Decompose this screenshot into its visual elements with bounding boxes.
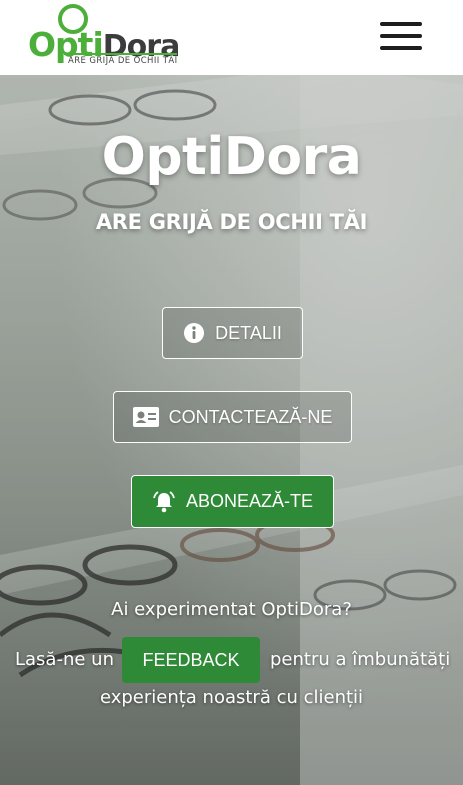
feedback-question: Ai experimentat OptiDora? <box>111 599 352 620</box>
feedback-ending: experiența noastră cu clienții <box>99 687 364 708</box>
feedback-line: Lasă-ne un FEEDBACK pentru a îmbunătăți <box>0 637 463 683</box>
subscribe-button-label: ABONEAZĂ-TE <box>185 491 314 511</box>
hamburger-menu-icon[interactable] <box>380 22 422 50</box>
subscribe-button[interactable]: ABONEAZĂ-TE <box>131 475 334 528</box>
details-button[interactable]: DETALII <box>162 307 303 359</box>
hero-title: OptiDora <box>101 127 362 187</box>
hero-section: OptiDora ARE GRIJĂ DE OCHII TĂI DETALII … <box>0 75 463 785</box>
site-header: OptiDora ARE GRIJĂ DE OCHII TĂI <box>0 0 463 75</box>
contact-card-icon <box>132 407 159 427</box>
logo-tagline: ARE GRIJĂ DE OCHII TĂI <box>63 53 178 66</box>
feedback-button[interactable]: FEEDBACK <box>122 637 260 683</box>
menu-bar <box>380 46 422 50</box>
optidora-logo[interactable]: OptiDora ARE GRIJĂ DE OCHII TĂI <box>24 4 184 68</box>
contact-button[interactable]: CONTACTEAZĂ-NE <box>113 391 352 443</box>
menu-bar <box>380 22 422 26</box>
contact-button-label: CONTACTEAZĂ-NE <box>168 406 333 427</box>
feedback-prefix: Lasă-ne un <box>15 649 114 670</box>
bell-icon <box>152 490 176 514</box>
hero-subtitle: ARE GRIJĂ DE OCHII TĂI <box>95 210 368 234</box>
menu-bar <box>380 34 422 38</box>
info-icon <box>183 322 205 344</box>
details-button-label: DETALII <box>215 322 282 343</box>
feedback-suffix: pentru a îmbunătăți <box>270 649 451 670</box>
